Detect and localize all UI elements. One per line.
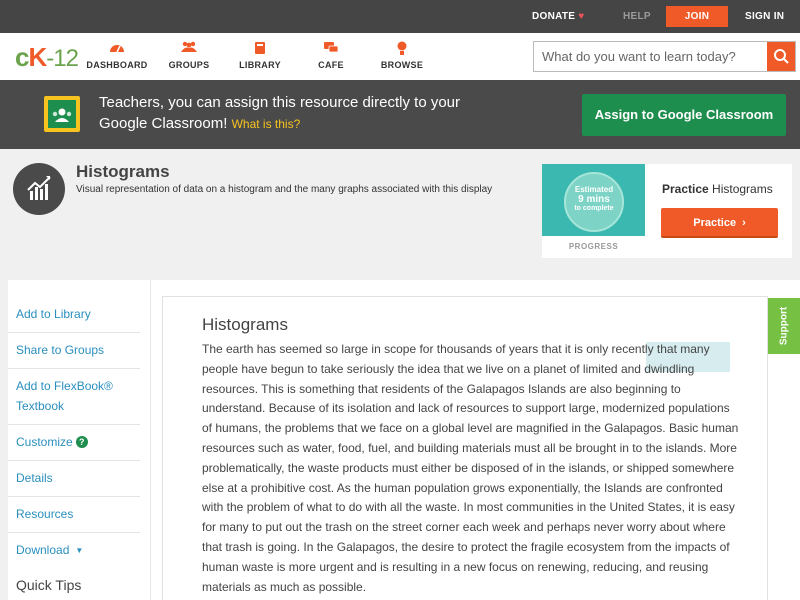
progress-ring: Estimated 9 mins to complete: [564, 172, 624, 232]
help-icon[interactable]: ?: [75, 436, 88, 448]
search-input[interactable]: [534, 42, 768, 71]
google-classroom-icon: [44, 96, 80, 132]
what-is-this-link[interactable]: What is this?: [232, 117, 301, 131]
donate-label: DONATE: [532, 11, 576, 22]
nav-groups[interactable]: GROUPS: [154, 41, 224, 70]
help-link[interactable]: HELP: [623, 0, 651, 33]
article-body: The earth has seemed so large in scope f…: [202, 342, 739, 594]
sidebar-item-add-to-library[interactable]: Add to Library: [8, 296, 140, 333]
ck12-logo[interactable]: cK-12: [15, 42, 79, 73]
google-classroom-banner: Teachers, you can assign this resource d…: [0, 80, 800, 149]
nav-dashboard[interactable]: DASHBOARD: [82, 41, 152, 70]
dashboard-icon: [82, 41, 152, 57]
quick-tips-heading: Quick Tips: [16, 577, 82, 593]
practice-card: Estimated 9 mins to complete PROGRESS Pr…: [542, 164, 792, 258]
browse-icon: [367, 41, 437, 57]
sidebar: Add to Library Share to Groups Add to Fl…: [8, 280, 150, 600]
sidebar-item-download[interactable]: Download ▼: [8, 532, 140, 569]
nav-library[interactable]: LIBRARY: [225, 41, 295, 70]
assign-google-classroom-button[interactable]: Assign to Google Classroom: [582, 94, 786, 136]
practice-button[interactable]: Practice ›: [661, 208, 778, 238]
progress-label: PROGRESS: [568, 242, 619, 251]
nav-browse[interactable]: BROWSE: [367, 41, 437, 70]
sign-in-link[interactable]: SIGN IN: [745, 0, 784, 33]
library-icon: [225, 41, 295, 57]
sidebar-item-details[interactable]: Details: [8, 460, 140, 497]
cafe-icon: [296, 41, 366, 57]
heart-icon: ♥: [578, 11, 585, 22]
nav-cafe[interactable]: CAFE: [296, 41, 366, 70]
article-title: Histograms: [202, 315, 288, 334]
classroom-message: Teachers, you can assign this resource d…: [99, 94, 461, 132]
groups-icon: [154, 41, 224, 57]
sidebar-item-resources[interactable]: Resources: [8, 496, 140, 533]
support-tab[interactable]: Support: [768, 298, 800, 354]
progress-artwork: Estimated 9 mins to complete: [542, 164, 645, 236]
histogram-chart-icon: [13, 163, 65, 215]
sidebar-item-share-to-groups[interactable]: Share to Groups: [8, 332, 140, 369]
chevron-right-icon: ›: [742, 217, 746, 229]
donate-link[interactable]: DONATE ♥: [532, 0, 585, 33]
join-button[interactable]: JOIN: [666, 6, 728, 27]
caret-down-icon: ▼: [75, 546, 84, 555]
page-title: Histograms: [76, 162, 170, 181]
practice-title: Practice Histograms: [662, 182, 773, 196]
search-icon: [774, 49, 789, 64]
sidebar-item-customize[interactable]: Customize?: [8, 424, 140, 461]
main-nav: cK-12 DASHBOARD GROUPS LIBRARY CAFE BROW…: [0, 33, 800, 80]
sidebar-item-add-to-flexbook[interactable]: Add to FlexBook® Textbook: [8, 368, 140, 425]
search-box: [533, 41, 796, 72]
search-button[interactable]: [767, 42, 795, 71]
page-description: Visual representation of data on a histo…: [76, 184, 493, 195]
top-utility-bar: DONATE ♥ HELP JOIN SIGN IN: [0, 0, 800, 33]
